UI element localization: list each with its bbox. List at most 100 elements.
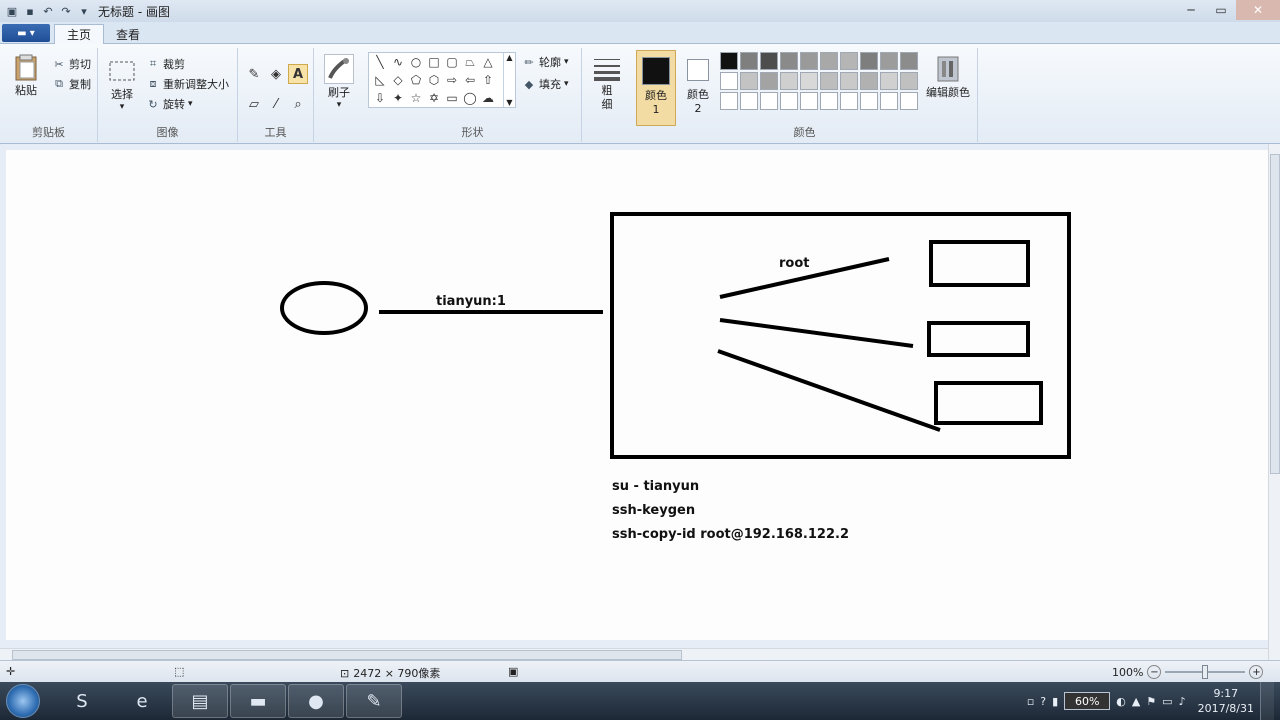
pencil-icon[interactable]: ✎ <box>244 64 264 84</box>
file-menu-button[interactable]: ▬ ▾ <box>2 24 50 42</box>
zoom-out-icon[interactable]: − <box>1147 665 1162 679</box>
curve-shape-icon[interactable]: ∿ <box>389 53 407 71</box>
left-arrow-shape-icon[interactable]: ⇦ <box>461 71 479 89</box>
redo-icon[interactable]: ↷ <box>58 3 74 19</box>
palette-swatch[interactable] <box>900 92 918 110</box>
text-tool-icon[interactable]: A <box>288 64 308 84</box>
tray-flag-icon[interactable]: ⚑ <box>1146 695 1156 708</box>
cut-button[interactable]: ✂ 剪切 <box>52 56 91 72</box>
palette-swatch[interactable] <box>780 72 798 90</box>
ie-browser-icon[interactable]: e <box>114 684 170 718</box>
horizontal-scrollbar[interactable] <box>0 648 1268 660</box>
palette-swatch[interactable] <box>720 72 738 90</box>
palette-swatch[interactable] <box>860 92 878 110</box>
palette-swatch[interactable] <box>800 92 818 110</box>
tray-sound-icon[interactable]: ♪ <box>1179 695 1186 708</box>
zoom-slider[interactable] <box>1165 665 1246 679</box>
palette-swatch[interactable] <box>860 52 878 70</box>
fill-bucket-icon[interactable]: ◈ <box>266 64 286 84</box>
palette-swatch[interactable] <box>860 72 878 90</box>
brushes-button[interactable]: 刷子 ▾ <box>322 54 356 110</box>
triangle-shape-icon[interactable]: △ <box>479 53 497 71</box>
palette-swatch[interactable] <box>760 92 778 110</box>
palette-swatch[interactable] <box>740 92 758 110</box>
tab-view[interactable]: 查看 <box>104 24 152 44</box>
palette-swatch[interactable] <box>820 52 838 70</box>
minimize-icon[interactable]: ─ <box>1176 0 1206 20</box>
file-explorer-icon[interactable]: ▤ <box>172 684 228 718</box>
battery-indicator[interactable]: 60% <box>1064 692 1111 710</box>
tab-home[interactable]: 主页 <box>54 24 105 44</box>
diamond-shape-icon[interactable]: ◇ <box>389 71 407 89</box>
app-launcher-icon[interactable]: S <box>54 684 110 718</box>
palette-swatch[interactable] <box>740 72 758 90</box>
palette-swatch[interactable] <box>900 52 918 70</box>
callout-cloud-icon[interactable]: ☁ <box>479 89 497 107</box>
palette-swatch[interactable] <box>820 72 838 90</box>
drawing-canvas[interactable]: tianyun:1 root su - tianyun ssh-keygen s… <box>6 150 1268 640</box>
palette-swatch[interactable] <box>780 92 798 110</box>
palette-swatch[interactable] <box>900 72 918 90</box>
show-desktop-button[interactable] <box>1260 682 1274 720</box>
palette-swatch[interactable] <box>720 52 738 70</box>
show-hidden-icon[interactable]: ▲ <box>1132 695 1140 708</box>
zoom-slider-thumb[interactable] <box>1202 665 1209 679</box>
palette-swatch[interactable] <box>800 72 818 90</box>
outline-button[interactable]: ✏ 轮廓 ▾ <box>522 54 568 70</box>
copy-button[interactable]: ⧉ 复制 <box>52 76 91 92</box>
callout-rect-icon[interactable]: ▭ <box>443 89 461 107</box>
palette-swatch[interactable] <box>880 52 898 70</box>
paste-button[interactable]: 粘贴 <box>6 52 46 98</box>
shapes-scroll[interactable]: ▲ ▼ <box>503 53 515 107</box>
crop-button[interactable]: ⌗ 裁剪 <box>146 56 185 72</box>
customize-icon[interactable]: ▾ <box>76 3 92 19</box>
polygon-shape-icon[interactable]: ⏢ <box>461 53 479 71</box>
right-triangle-shape-icon[interactable]: ◺ <box>371 71 389 89</box>
fill-button[interactable]: ◆ 填充 ▾ <box>522 76 569 92</box>
callout-oval-icon[interactable]: ◯ <box>461 89 479 107</box>
magnifier-icon[interactable]: ⌕ <box>288 94 308 114</box>
size-button[interactable]: 粗细 <box>588 54 626 112</box>
right-arrow-shape-icon[interactable]: ⇨ <box>443 71 461 89</box>
undo-icon[interactable]: ↶ <box>40 3 56 19</box>
paint-taskbar-icon[interactable]: ✎ <box>346 684 402 718</box>
palette-swatch[interactable] <box>780 52 798 70</box>
horizontal-scroll-thumb[interactable] <box>12 650 682 660</box>
hexagon-shape-icon[interactable]: ⬡ <box>425 71 443 89</box>
color-picker-icon[interactable]: ⁄ <box>266 94 286 114</box>
up-arrow-shape-icon[interactable]: ⇧ <box>479 71 497 89</box>
cherry-app-icon[interactable]: ● <box>288 684 344 718</box>
palette-swatch[interactable] <box>840 52 858 70</box>
palette-swatch[interactable] <box>740 52 758 70</box>
palette-swatch[interactable] <box>720 92 738 110</box>
maximize-icon[interactable]: ▭ <box>1206 0 1236 20</box>
five-point-star-icon[interactable]: ☆ <box>407 89 425 107</box>
select-dropdown-icon[interactable]: ▾ <box>120 102 125 112</box>
pentagon-shape-icon[interactable]: ⬠ <box>407 71 425 89</box>
down-arrow-shape-icon[interactable]: ⇩ <box>371 89 389 107</box>
select-button[interactable]: 选择 ▾ <box>104 56 140 112</box>
vertical-scrollbar[interactable] <box>1268 144 1280 660</box>
start-button[interactable] <box>6 684 40 718</box>
tray-monitor-icon[interactable]: ▭ <box>1162 695 1172 708</box>
power-icon[interactable]: ◐ <box>1116 695 1126 708</box>
help-icon[interactable]: ? <box>1040 695 1046 708</box>
clock[interactable]: 9:17 2017/8/31 <box>1198 686 1254 716</box>
line-shape-icon[interactable]: ╲ <box>371 53 389 71</box>
oval-shape-icon[interactable]: ○ <box>407 53 425 71</box>
save-icon[interactable]: ▪ <box>22 3 38 19</box>
color1-button[interactable]: 颜色 1 <box>636 50 676 126</box>
palette-swatch[interactable] <box>840 92 858 110</box>
tray-app-icon[interactable]: ▫ <box>1027 695 1034 708</box>
palette-swatch[interactable] <box>760 72 778 90</box>
network-icon[interactable]: ▮ <box>1052 695 1058 708</box>
rectangle-shape-icon[interactable]: □ <box>425 53 443 71</box>
palette-swatch[interactable] <box>880 92 898 110</box>
edit-colors-button[interactable]: 编辑颜色 <box>922 54 974 100</box>
palette-swatch[interactable] <box>800 52 818 70</box>
four-point-star-icon[interactable]: ✦ <box>389 89 407 107</box>
close-icon[interactable]: ✕ <box>1236 0 1280 20</box>
palette-swatch[interactable] <box>840 72 858 90</box>
resize-button[interactable]: ⧈ 重新调整大小 <box>146 76 230 92</box>
six-point-star-icon[interactable]: ✡ <box>425 89 443 107</box>
